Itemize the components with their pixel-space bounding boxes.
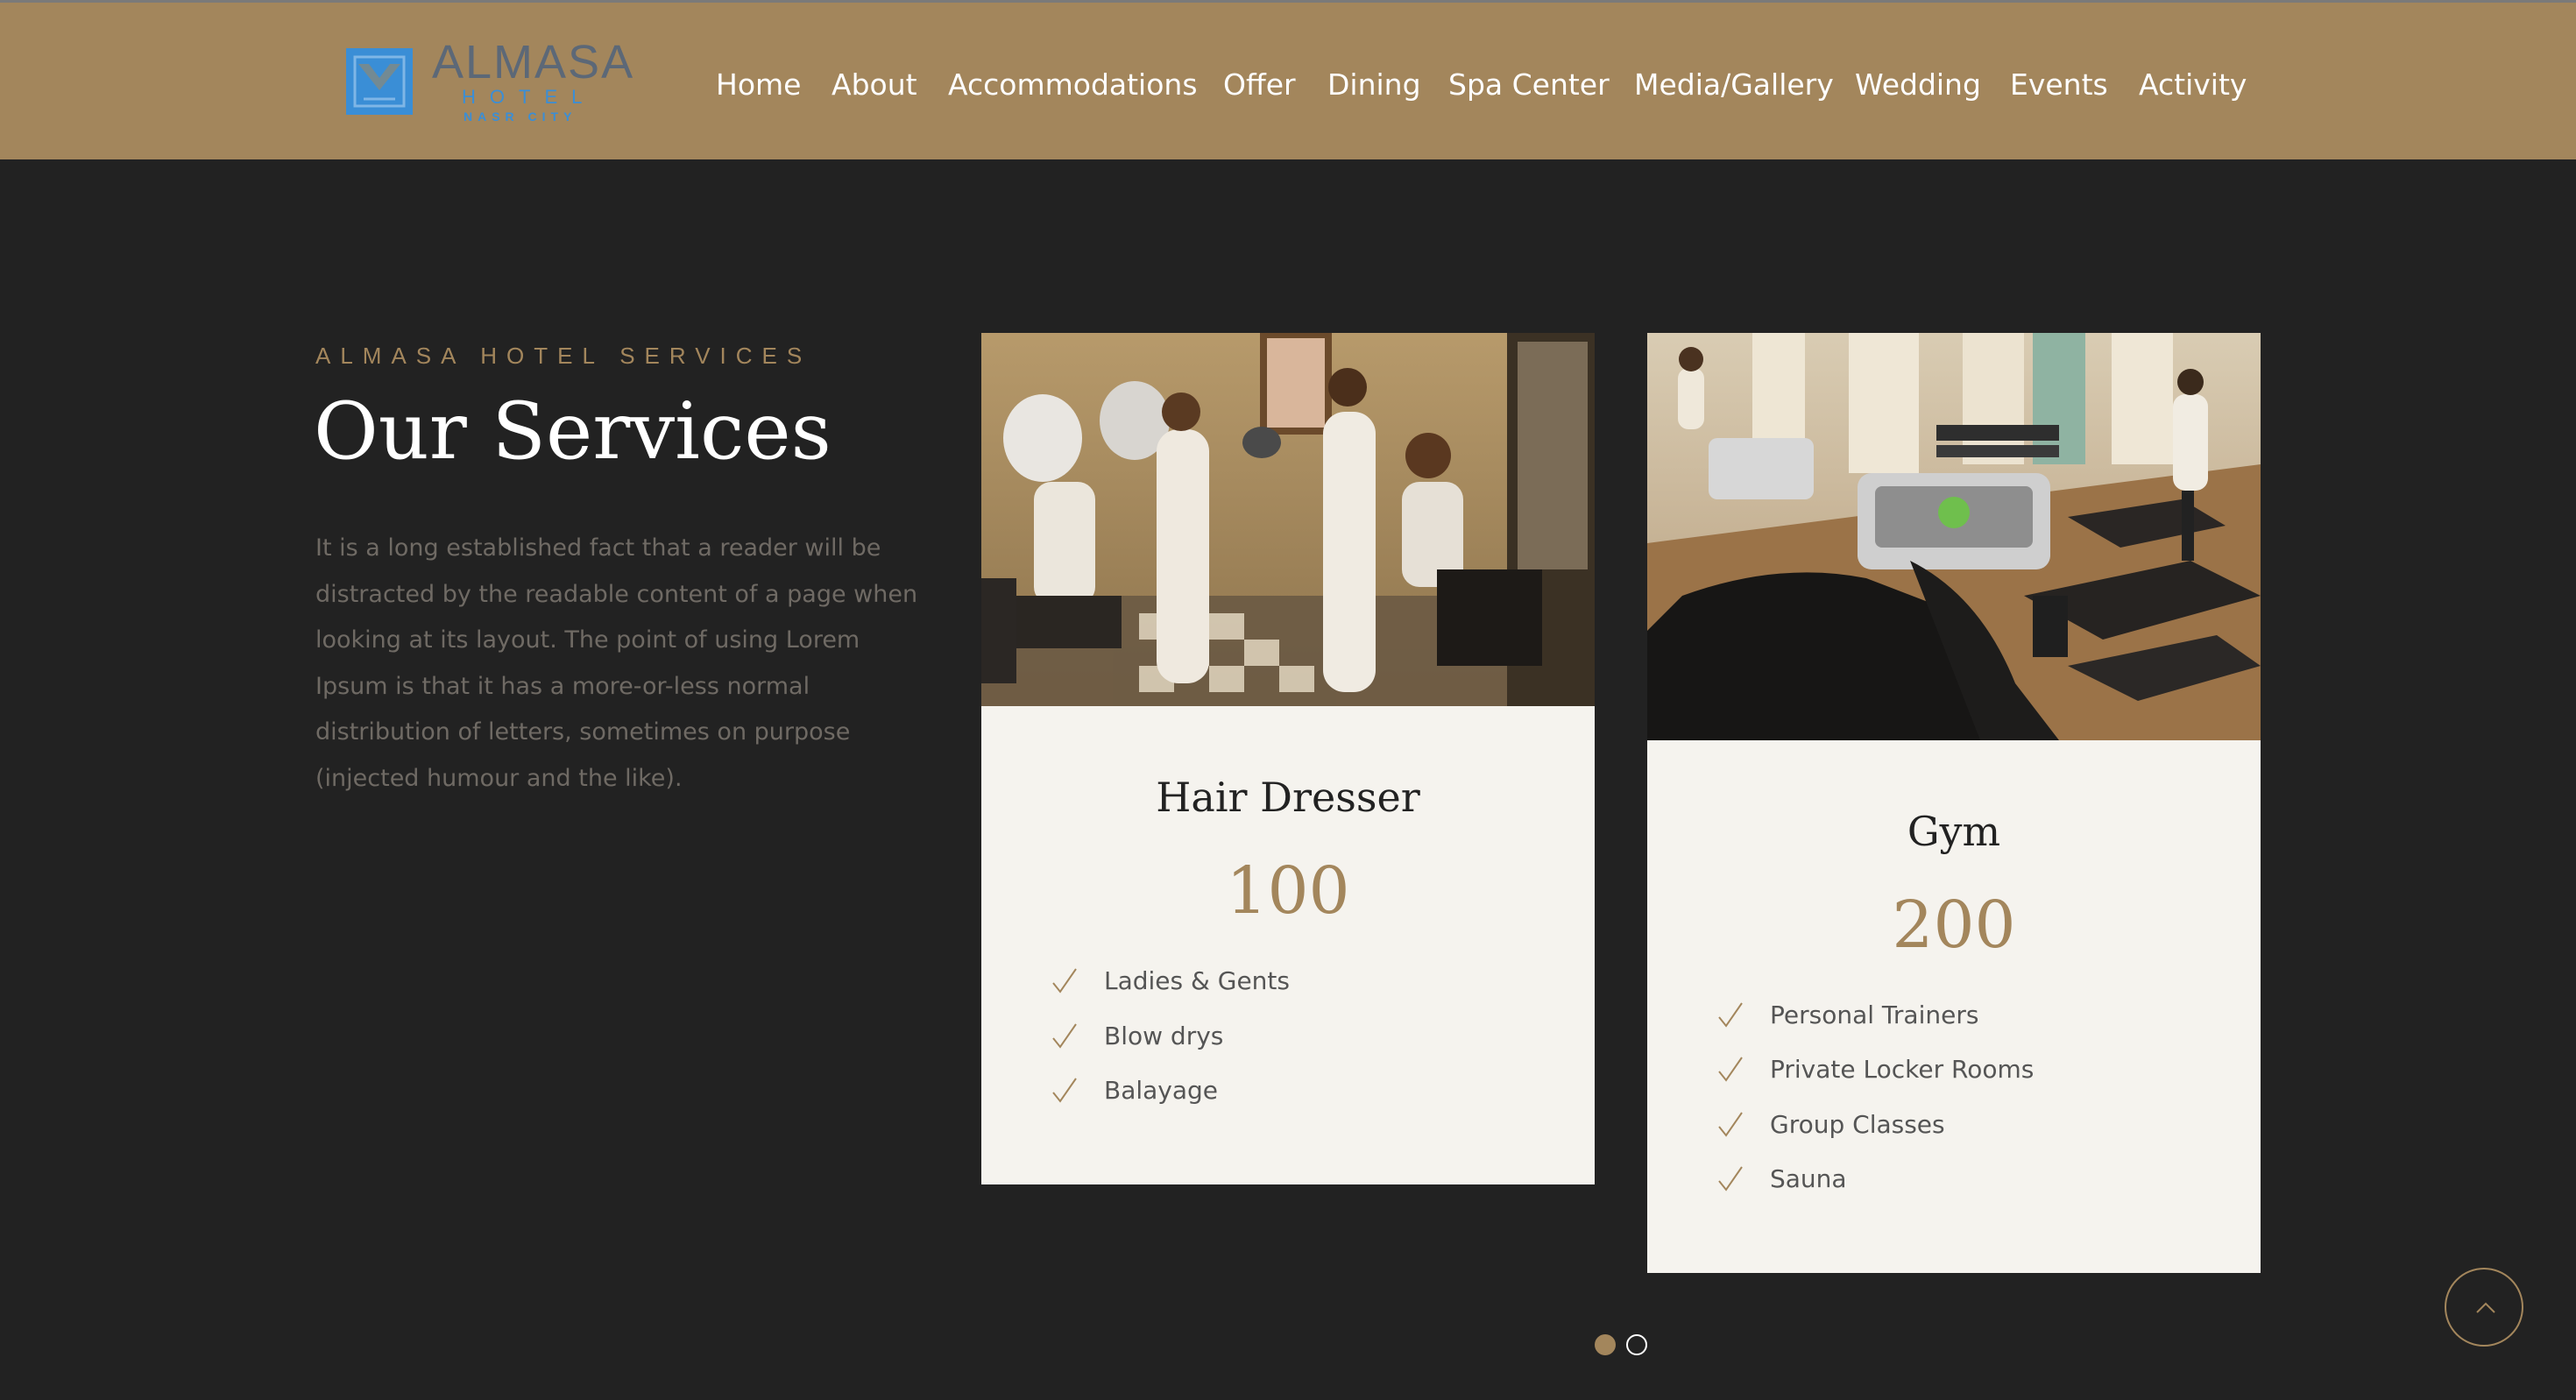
nav-item-events[interactable]: Events — [2010, 64, 2108, 106]
feature-label: Sauna — [1770, 1164, 1847, 1193]
service-price: 200 — [1892, 887, 2016, 963]
service-title: Gym — [1907, 808, 2001, 855]
check-icon — [1718, 1112, 1743, 1137]
service-card-hair-dresser[interactable]: Hair Dresser 100 Ladies & Gents Blow dry… — [981, 333, 1595, 1184]
back-to-top-button[interactable] — [2445, 1268, 2523, 1347]
nav-item-activity[interactable]: Activity — [2139, 64, 2247, 106]
carousel-dot-1[interactable] — [1595, 1334, 1616, 1355]
carousel-dot-2[interactable] — [1626, 1334, 1647, 1355]
site-header: ALMASA HOTEL NASR CITY Home About Accomm… — [0, 3, 2576, 159]
feature-label: Balayage — [1104, 1076, 1219, 1105]
hair-salon-photo — [981, 333, 1595, 706]
nav-item-wedding[interactable]: Wedding — [1855, 64, 1981, 106]
check-icon — [1718, 1002, 1743, 1028]
service-card-gym[interactable]: Gym 200 Personal Trainers Private Locker… — [1647, 333, 2261, 1273]
chevron-up-icon — [2476, 1302, 2495, 1313]
nav-item-accommodations[interactable]: Accommodations — [948, 64, 1198, 106]
feature-label: Private Locker Rooms — [1770, 1055, 2035, 1084]
check-icon — [1718, 1166, 1743, 1191]
check-icon — [1052, 1023, 1077, 1049]
hair-salon-photo-icon — [981, 333, 1595, 706]
nav-item-spa-center[interactable]: Spa Center — [1448, 64, 1610, 106]
service-title: Hair Dresser — [1156, 774, 1420, 821]
logo-tagline: NASR CITY — [464, 110, 577, 124]
main-nav: Home About Accommodations Offer Dining S… — [0, 64, 2576, 106]
check-icon — [1052, 1078, 1077, 1103]
nav-item-home[interactable]: Home — [716, 64, 801, 106]
hair-dresser-card-body: Hair Dresser 100 Ladies & Gents Blow dry… — [981, 706, 1595, 1184]
service-price: 100 — [1226, 853, 1350, 929]
check-icon — [1718, 1057, 1743, 1082]
feature-label: Personal Trainers — [1770, 1001, 1979, 1029]
gym-card-body: Gym 200 Personal Trainers Private Locker… — [1647, 740, 2261, 1273]
feature-label: Blow drys — [1104, 1022, 1224, 1050]
section-eyebrow: ALMASA HOTEL SERVICES — [315, 343, 812, 369]
nav-item-media-gallery[interactable]: Media/Gallery — [1634, 64, 1834, 106]
feature-label: Group Classes — [1770, 1110, 1945, 1139]
check-icon — [1052, 968, 1077, 993]
nav-item-offer[interactable]: Offer — [1223, 64, 1296, 106]
gym-treadmill-photo — [1647, 333, 2261, 740]
gym-treadmill-photo-icon — [1647, 333, 2261, 740]
section-description: It is a long established fact that a rea… — [315, 534, 918, 792]
nav-item-dining[interactable]: Dining — [1327, 64, 1421, 106]
nav-item-about[interactable]: About — [832, 64, 917, 106]
section-title: Our Services — [314, 385, 832, 477]
feature-label: Ladies & Gents — [1104, 966, 1290, 995]
